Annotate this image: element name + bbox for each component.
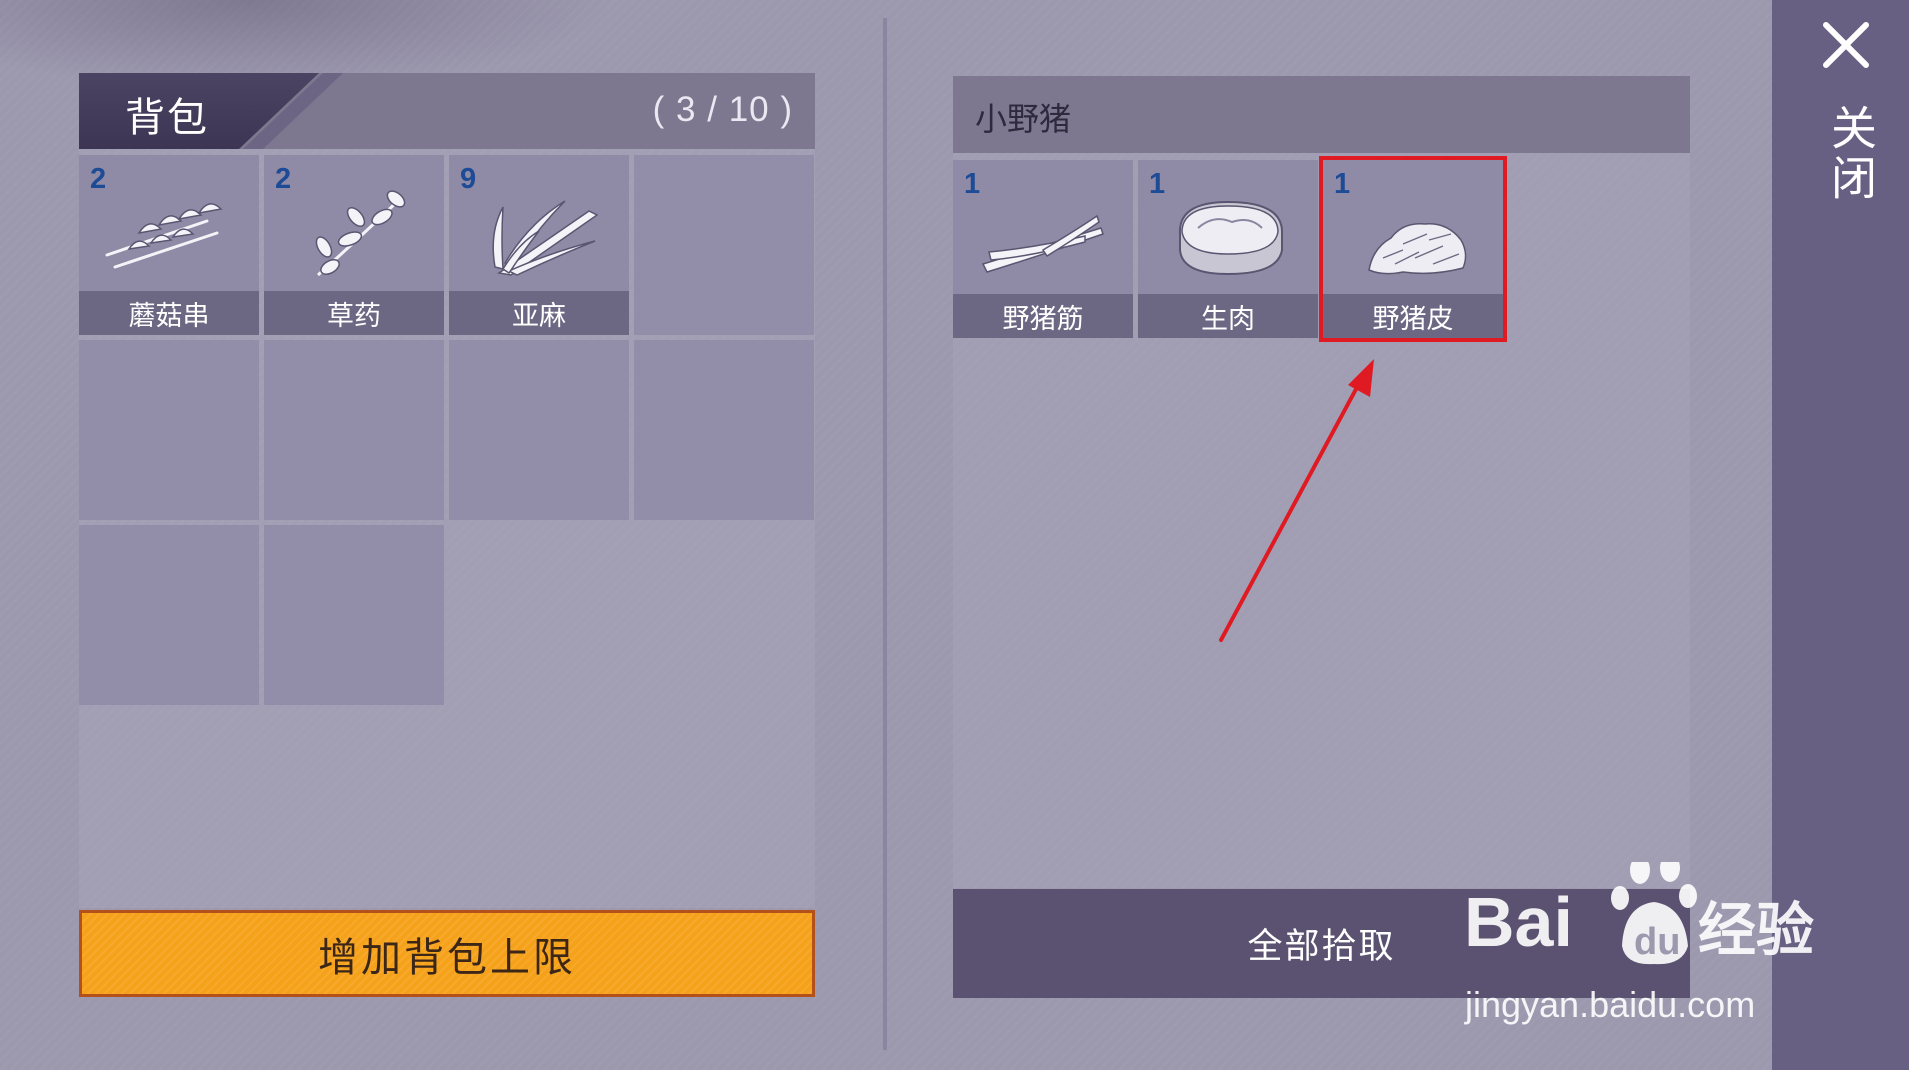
- empty-slot[interactable]: [449, 340, 629, 520]
- svg-text:Bai: Bai: [1464, 883, 1573, 961]
- item-name: 蘑菇串: [79, 291, 259, 335]
- boar-tendon-icon: [981, 214, 1104, 273]
- item-name: 草药: [264, 291, 444, 335]
- expand-backpack-button[interactable]: 增加背包上限: [79, 910, 815, 997]
- loot-slot-boar-hide[interactable]: 1 野猪皮: [1319, 156, 1507, 342]
- backpack-slot-flax[interactable]: 9 亚麻: [449, 155, 629, 335]
- panel-divider: [883, 18, 887, 1050]
- empty-slot[interactable]: [79, 340, 259, 520]
- close-label[interactable]: 关闭: [1818, 104, 1884, 204]
- item-name: 野猪筋: [953, 294, 1133, 338]
- backpack-title: 背包: [125, 95, 209, 141]
- loot-panel: 小野猪 1 野猪筋 1 生肉 1 野猪皮: [953, 76, 1690, 888]
- close-icon[interactable]: [1821, 20, 1871, 70]
- boar-hide-icon: [1368, 223, 1467, 275]
- empty-slot[interactable]: [264, 340, 444, 520]
- backpack-header: 背包 ( 3 / 10 ): [79, 73, 815, 149]
- backpack-slot-herb[interactable]: 2 草药: [264, 155, 444, 335]
- watermark-url: jingyan.baidu.com: [1465, 984, 1756, 1025]
- empty-slot[interactable]: [264, 525, 444, 705]
- empty-slot[interactable]: [634, 155, 814, 335]
- item-name: 生肉: [1138, 294, 1318, 338]
- loot-header: 小野猪: [953, 76, 1690, 153]
- backpack-capacity: ( 3 / 10 ): [652, 90, 793, 129]
- raw-meat-icon: [1178, 200, 1283, 276]
- item-name: 野猪皮: [1323, 294, 1503, 338]
- svg-text:du: du: [1634, 921, 1680, 963]
- item-name: 亚麻: [449, 291, 629, 335]
- svg-text:经验: 经验: [1698, 896, 1814, 964]
- loot-source-title: 小野猪: [975, 100, 1072, 138]
- flax-icon: [492, 200, 599, 276]
- loot-slot-raw-meat[interactable]: 1 生肉: [1138, 160, 1318, 338]
- backpack-grid: 2 蘑菇串 2 草药 9 亚麻: [79, 155, 814, 705]
- backpack-slot-mushroom-skewer[interactable]: 2 蘑菇串: [79, 155, 259, 335]
- empty-slot[interactable]: [634, 340, 814, 520]
- backpack-panel: 背包 ( 3 / 10 ) 2 蘑菇串 2 草药 9 亚麻: [79, 73, 815, 908]
- herb-icon: [315, 190, 406, 277]
- loot-grid: 1 野猪筋 1 生肉 1 野猪皮: [953, 156, 1507, 342]
- mushroom-skewer-icon: [105, 203, 223, 269]
- empty-slot[interactable]: [79, 525, 259, 705]
- loot-slot-boar-tendon[interactable]: 1 野猪筋: [953, 160, 1133, 338]
